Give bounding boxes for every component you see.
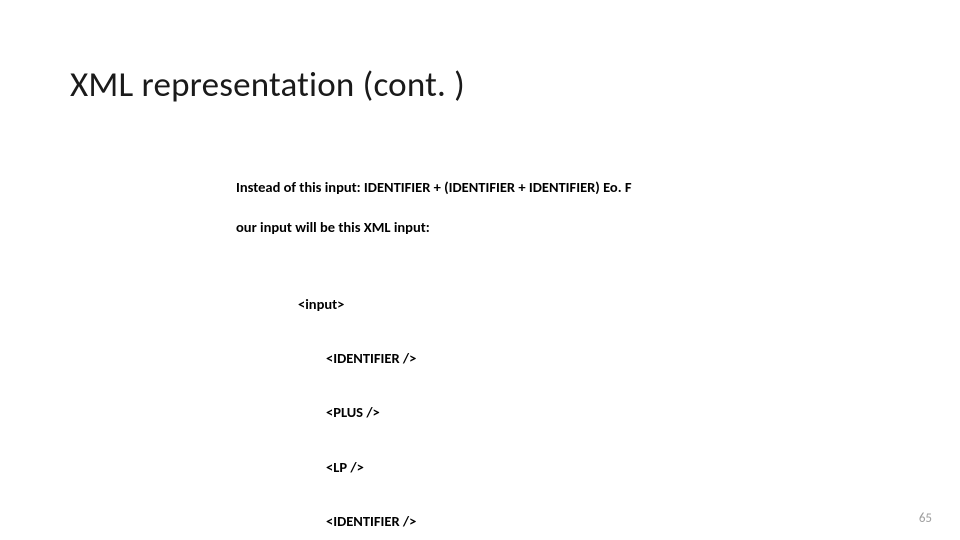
xml-open-tag: <input> <box>298 295 632 313</box>
slide-body: Instead of this input: IDENTIFIER + (IDE… <box>236 178 632 540</box>
page-number: 65 <box>919 511 932 526</box>
xml-code-block: <input> <IDENTIFIER /> <PLUS /> <LP /> <… <box>298 258 632 540</box>
xml-line-4: <IDENTIFIER /> <box>298 512 416 530</box>
slide: XML representation (cont. ) Instead of t… <box>0 0 960 540</box>
slide-title: XML representation (cont. ) <box>70 64 465 106</box>
intro-line-1: Instead of this input: IDENTIFIER + (IDE… <box>236 178 632 196</box>
xml-line-3: <LP /> <box>298 458 364 476</box>
intro-line-2: our input will be this XML input: <box>236 218 632 236</box>
xml-line-1: <IDENTIFIER /> <box>298 349 416 367</box>
xml-line-2: <PLUS /> <box>298 403 380 421</box>
